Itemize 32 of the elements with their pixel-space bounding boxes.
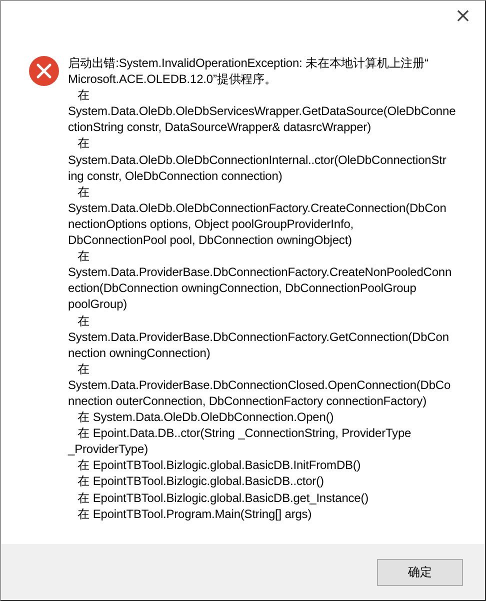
message-line: System.Data.OleDb.OleDbServicesWrapper.GetDataSource(OleDbConne xyxy=(68,103,456,120)
message-line: ection(DbConnection owningConnection, DbConnectionPoolGroup xyxy=(68,280,416,296)
message-line: 在 EpointTBTool.Bizlogic.global.BasicDB.InitFromDB() xyxy=(76,457,361,474)
message-line: System.Data.OleDb.OleDbConnectionInternal..ctor(OleDbConnectionStr xyxy=(68,152,446,168)
ok-button[interactable]: 确定 xyxy=(377,558,463,586)
message-line: System.Data.OleDb.OleDbConnectionFactory.CreateConnection(DbCon xyxy=(68,200,446,216)
message-line: nectionOptions options, Object poolGroupProviderInfo, xyxy=(68,216,354,232)
message-line: 在 xyxy=(76,135,90,152)
close-button[interactable]: × xyxy=(441,1,485,29)
message-line: 在 EpointTBTool.Bizlogic.global.BasicDB..ctor() xyxy=(76,473,324,490)
message-line: ctionString constr, DataSourceWrapper& datasrcWrapper) xyxy=(68,119,371,136)
message-line: System.Data.ProviderBase.DbConnectionFactory.GetConnection(DbCon xyxy=(68,328,449,345)
message-line: Microsoft.ACE.OLEDB.12.0”提供程序。 xyxy=(68,71,276,88)
message-line: ing constr, OleDbConnection connection) xyxy=(68,168,282,184)
message-line: 在 xyxy=(76,248,90,264)
message-line: nection owningConnection) xyxy=(68,344,210,361)
message-line: 在 xyxy=(76,360,90,377)
message-line: 启动出错:System.InvalidOperationException: 未在本地计算机上注册“ xyxy=(68,55,428,72)
message-line: DbConnectionPool pool, DbConnection owningObject) xyxy=(68,232,352,248)
message-line: 在 xyxy=(76,184,90,200)
message-line: 在 System.Data.OleDb.OleDbConnection.Open() xyxy=(76,409,334,426)
message-line: 在 xyxy=(76,312,90,329)
message-line: 在 EpointTBTool.Bizlogic.global.BasicDB.get_Instance() xyxy=(76,490,369,506)
message-line: _ProviderType) xyxy=(68,441,148,458)
message-line: System.Data.ProviderBase.DbConnectionClosed.OpenConnection(DbCo xyxy=(68,376,451,393)
message-line: 在 xyxy=(76,87,90,104)
error-icon xyxy=(28,55,60,87)
message-line: 在 Epoint.Data.DB..ctor(String _ConnectionString, ProviderType xyxy=(76,425,412,442)
message-line: 在 EpointTBTool.Program.Main(String[] args) xyxy=(76,506,312,522)
message-line: poolGroup) xyxy=(68,296,128,312)
message-line: nnection outerConnection, DbConnectionFactory connectionFactory) xyxy=(68,392,426,410)
message-line: System.Data.ProviderBase.DbConnectionFactory.CreateNonPooledConn xyxy=(68,264,452,280)
